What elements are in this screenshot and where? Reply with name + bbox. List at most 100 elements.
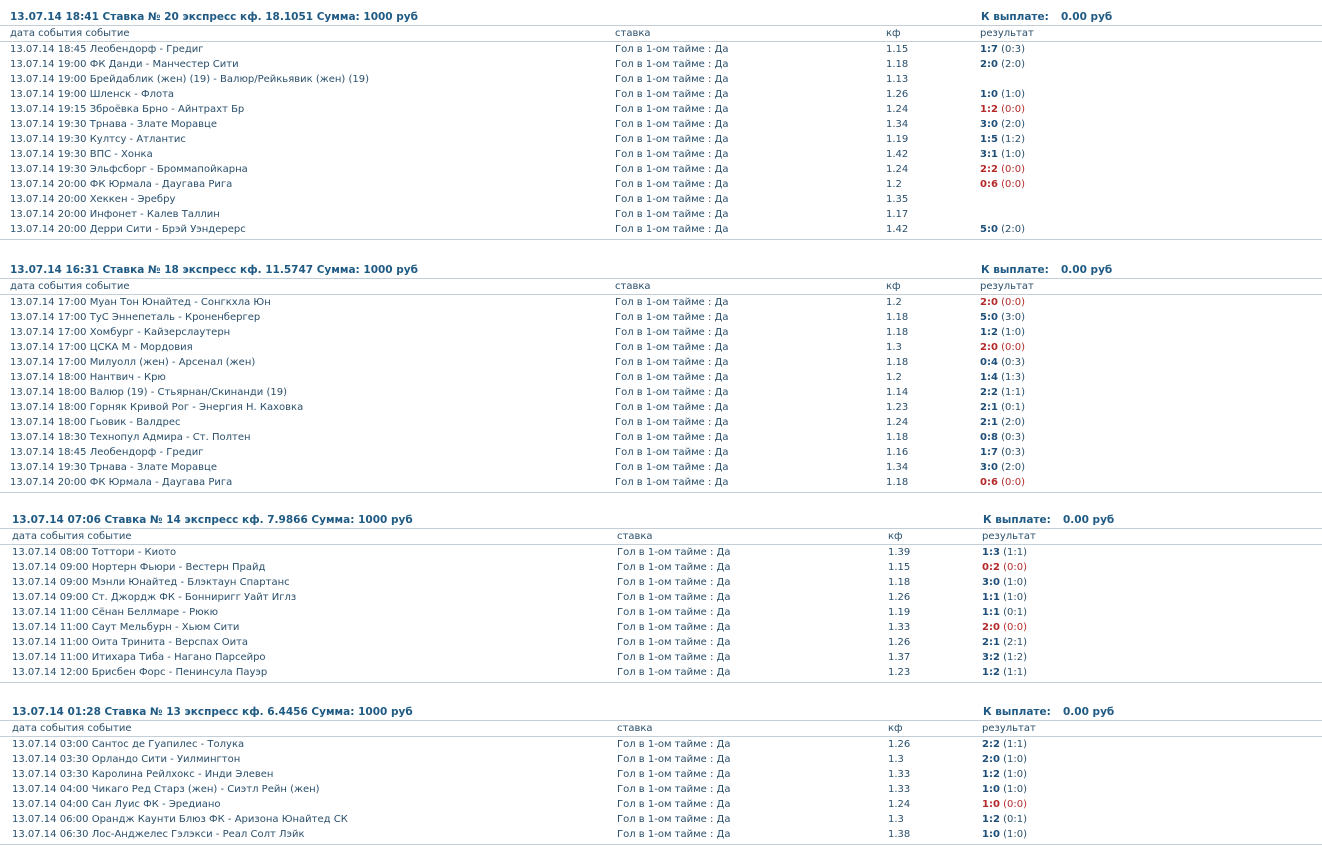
halftime-score: (1:0) xyxy=(1003,754,1028,765)
table-row: 13.07.14 20:00 Инфонет - Калев Таллин Гол… xyxy=(0,207,1322,222)
coefficient: 1.26 xyxy=(888,739,911,750)
halftime-score: (2:0) xyxy=(1001,462,1026,473)
final-score: 3:0 xyxy=(982,577,1000,588)
result-cell: 2:1 (2:1) xyxy=(982,637,1027,648)
coefficient: 1.26 xyxy=(888,592,911,603)
stake-label: Гол в 1-ом тайме : Да xyxy=(617,739,731,750)
coefficient: 1.33 xyxy=(888,769,911,780)
result-cell: 0:6 (0:0) xyxy=(980,477,1025,488)
halftime-score: (0:0) xyxy=(1003,562,1028,573)
table-row: 13.07.14 19:30 Трнава - Злате Моравце Гол… xyxy=(0,460,1322,475)
event-datetime-name: 13.07.14 20:00 ФК Юрмала - Даугава Рига xyxy=(10,179,233,190)
coefficient: 1.2 xyxy=(886,297,902,308)
stake-label: Гол в 1-ом тайме : Да xyxy=(615,357,729,368)
final-score: 3:2 xyxy=(982,652,1000,663)
halftime-score: (2:1) xyxy=(1003,637,1028,648)
result-cell: 1:1 (1:0) xyxy=(982,592,1027,603)
coefficient: 1.3 xyxy=(888,814,904,825)
bet-block: 13.07.14 16:31 Ставка № 18 экспресс кф. … xyxy=(0,261,1322,493)
final-score: 2:1 xyxy=(980,402,998,413)
halftime-score: (1:1) xyxy=(1003,547,1028,558)
table-row: 13.07.14 18:00 Горняк Кривой Рог - Энерг… xyxy=(0,400,1322,415)
coefficient: 1.26 xyxy=(888,637,911,648)
coefficient: 1.33 xyxy=(888,622,911,633)
event-datetime-name: 13.07.14 19:30 ВПС - Хонка xyxy=(10,149,153,160)
result-cell: 0:4 (0:3) xyxy=(980,357,1025,368)
column-header-row: дата события событие ставка кф результат xyxy=(0,26,1322,42)
final-score: 1:0 xyxy=(982,799,1000,810)
final-score: 2:2 xyxy=(980,164,998,175)
column-result: результат xyxy=(980,281,1034,292)
payout-label: К выплате: xyxy=(981,11,1049,23)
table-row: 13.07.14 19:30 Култсу - Атлантис Гол в 1-… xyxy=(0,132,1322,147)
coefficient: 1.33 xyxy=(888,784,911,795)
event-datetime-name: 13.07.14 19:00 Шленск - Флота xyxy=(10,89,175,100)
payout-value: 0.00 руб xyxy=(1063,706,1115,718)
table-row: 13.07.14 19:15 Зброёвка Брно - Айнтрахт … xyxy=(0,102,1322,117)
final-score: 1:2 xyxy=(980,327,998,338)
stake-label: Гол в 1-ом тайме : Да xyxy=(615,417,729,428)
payout-label: К выплате: xyxy=(981,264,1049,276)
event-datetime-name: 13.07.14 20:00 Дерри Сити - Брэй Уэндере… xyxy=(10,224,246,235)
payout-value: 0.00 руб xyxy=(1061,11,1113,23)
coefficient: 1.19 xyxy=(886,134,909,145)
event-datetime-name: 13.07.14 17:00 ТуС Эннепеталь - Кроненбе… xyxy=(10,312,261,323)
result-cell: 1:2 (1:0) xyxy=(980,327,1025,338)
halftime-score: (1:2) xyxy=(1003,652,1028,663)
halftime-score: (0:3) xyxy=(1001,432,1026,443)
event-datetime-name: 13.07.14 11:00 Саут Мельбурн - Хьюм Сити xyxy=(12,622,240,633)
bet-block: 13.07.14 01:28 Ставка № 13 экспресс кф. … xyxy=(0,703,1322,845)
stake-label: Гол в 1-ом тайме : Да xyxy=(617,577,731,588)
table-row: 13.07.14 06:00 Орандж Каунти Блюз ФК - А… xyxy=(0,812,1322,827)
coefficient: 1.26 xyxy=(886,89,909,100)
stake-label: Гол в 1-ом тайме : Да xyxy=(615,224,729,235)
stake-label: Гол в 1-ом тайме : Да xyxy=(617,667,731,678)
column-date-event: дата события событие xyxy=(10,28,130,39)
column-kf: кф xyxy=(886,281,901,292)
coefficient: 1.16 xyxy=(886,447,909,458)
stake-label: Гол в 1-ом тайме : Да xyxy=(615,297,729,308)
table-row: 13.07.14 20:00 ФК Юрмала - Даугава Рига Г… xyxy=(0,475,1322,490)
event-datetime-name: 13.07.14 03:00 Сантос де Гуапилес - Толу… xyxy=(12,739,245,750)
bet-header: 13.07.14 16:31 Ставка № 18 экспресс кф. … xyxy=(0,261,1322,279)
table-row: 13.07.14 17:00 ЦСКА М - Мордовия Гол в 1-… xyxy=(0,340,1322,355)
bet-history: 13.07.14 18:41 Ставка № 20 экспресс кф. … xyxy=(0,0,1322,854)
table-row: 13.07.14 19:30 Эльфсборг - Броммапойкарн… xyxy=(0,162,1322,177)
stake-label: Гол в 1-ом тайме : Да xyxy=(615,179,729,190)
table-row: 13.07.14 04:00 Сан Луис ФК - Эредиано Гол… xyxy=(0,797,1322,812)
table-row: 13.07.14 09:00 Нортерн Фьюри - Вестерн П… xyxy=(0,560,1322,575)
stake-label: Гол в 1-ом тайме : Да xyxy=(615,164,729,175)
table-row: 13.07.14 09:00 Ст. Джордж ФК - Бонниригг… xyxy=(0,590,1322,605)
final-score: 2:1 xyxy=(982,637,1000,648)
coefficient: 1.18 xyxy=(886,357,909,368)
final-score: 1:2 xyxy=(982,814,1000,825)
bet-separator xyxy=(0,239,1322,240)
result-cell: 1:7 (0:3) xyxy=(980,447,1025,458)
bet-separator xyxy=(0,844,1322,845)
table-row: 13.07.14 19:30 Трнава - Злате Моравце Гол… xyxy=(0,117,1322,132)
final-score: 1:3 xyxy=(982,547,1000,558)
column-date-event: дата события событие xyxy=(12,531,132,542)
coefficient: 1.24 xyxy=(886,417,909,428)
halftime-score: (0:1) xyxy=(1003,814,1028,825)
result-cell: 2:1 (2:0) xyxy=(980,417,1025,428)
result-cell: 2:0 (2:0) xyxy=(980,59,1025,70)
result-cell: 1:5 (1:2) xyxy=(980,134,1025,145)
stake-label: Гол в 1-ом тайме : Да xyxy=(615,432,729,443)
final-score: 2:1 xyxy=(980,417,998,428)
table-row: 13.07.14 08:00 Тоттори - Киото Гол в 1-ом… xyxy=(0,545,1322,560)
table-row: 13.07.14 03:30 Каролина Рейлхокс - Инди … xyxy=(0,767,1322,782)
stake-label: Гол в 1-ом тайме : Да xyxy=(615,74,729,85)
final-score: 3:0 xyxy=(980,462,998,473)
coefficient: 1.18 xyxy=(886,59,909,70)
bet-title: 13.07.14 07:06 Ставка № 14 экспресс кф. … xyxy=(12,514,413,526)
stake-label: Гол в 1-ом тайме : Да xyxy=(617,562,731,573)
halftime-score: (0:0) xyxy=(1001,179,1026,190)
result-cell: 1:4 (1:3) xyxy=(980,372,1025,383)
bet-block: 13.07.14 18:41 Ставка № 20 экспресс кф. … xyxy=(0,8,1322,240)
final-score: 5:0 xyxy=(980,312,998,323)
stake-label: Гол в 1-ом тайме : Да xyxy=(615,402,729,413)
stake-label: Гол в 1-ом тайме : Да xyxy=(617,547,731,558)
table-row: 13.07.14 11:00 Оита Тринита - Верспах Ои… xyxy=(0,635,1322,650)
halftime-score: (0:0) xyxy=(1003,799,1028,810)
